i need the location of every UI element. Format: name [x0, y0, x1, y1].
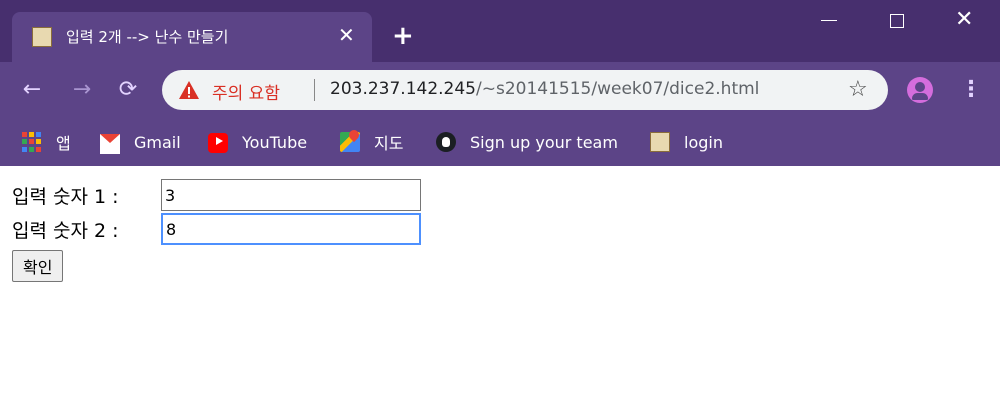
menu-kebab-icon[interactable]: ⋮	[960, 76, 982, 104]
bookmark-login[interactable]: login	[650, 128, 723, 156]
back-arrow-icon[interactable]: ←	[18, 76, 46, 104]
maximize-window-button[interactable]	[890, 14, 904, 28]
form-row-1: 입력 숫자 1 :	[12, 178, 992, 212]
tab-title: 입력 2개 --> 난수 만들기	[66, 28, 229, 46]
new-tab-button[interactable]: +	[392, 22, 414, 50]
page-icon	[650, 132, 670, 152]
profile-avatar-icon[interactable]	[907, 77, 933, 103]
security-warning-label[interactable]: 주의 요함	[212, 79, 280, 104]
browser-tab[interactable]: 입력 2개 --> 난수 만들기 ✕	[12, 12, 372, 62]
forward-arrow-icon[interactable]: →	[68, 76, 96, 104]
input2-label: 입력 숫자 2 :	[12, 219, 119, 242]
number-input-2[interactable]	[161, 213, 421, 245]
reload-icon[interactable]: ⟳	[114, 76, 142, 104]
bookmark-gmail[interactable]: Gmail	[100, 128, 181, 156]
gmail-icon	[100, 133, 120, 154]
apps-icon	[22, 132, 42, 152]
warning-icon[interactable]	[178, 79, 200, 101]
bookmark-label: Sign up your team	[470, 132, 618, 152]
bookmarks-bar: 앱 Gmail YouTube 지도 Sign up your team log…	[0, 118, 1000, 166]
youtube-icon	[208, 133, 228, 153]
bookmark-label: login	[684, 132, 723, 152]
bookmark-label: 앱	[56, 134, 71, 153]
title-bar: 입력 2개 --> 난수 만들기 ✕ + ✕	[0, 0, 1000, 62]
number-input-1[interactable]	[161, 179, 421, 211]
url-path: /~s20141515/week07/dice2.html	[476, 79, 760, 99]
form-row-2: 입력 숫자 2 :	[12, 212, 992, 246]
github-icon	[436, 132, 456, 152]
close-window-button[interactable]: ✕	[955, 6, 973, 34]
address-bar[interactable]: 주의 요함 203.237.142.245/~s20141515/week07/…	[162, 70, 888, 110]
bookmark-apps[interactable]: 앱	[22, 128, 71, 156]
maps-icon	[340, 132, 360, 152]
minimize-window-button[interactable]	[819, 8, 839, 28]
bookmark-star-icon[interactable]: ☆	[848, 76, 868, 104]
tab-close-icon[interactable]: ✕	[338, 23, 355, 47]
confirm-button[interactable]: 확인	[12, 250, 64, 282]
bookmark-youtube[interactable]: YouTube	[208, 128, 307, 156]
url-text[interactable]: 203.237.142.245/~s20141515/week07/dice2.…	[330, 79, 759, 99]
url-host: 203.237.142.245	[330, 79, 477, 99]
omnibox-divider	[314, 79, 315, 101]
input1-label: 입력 숫자 1 :	[12, 185, 119, 208]
bookmark-maps[interactable]: 지도	[340, 128, 403, 156]
bookmark-label: YouTube	[242, 132, 308, 152]
page-favicon-icon	[32, 27, 52, 47]
bookmark-label: Gmail	[134, 132, 181, 152]
bookmark-github[interactable]: Sign up your team	[436, 128, 618, 156]
bookmark-label: 지도	[374, 134, 404, 153]
page-content: 입력 숫자 1 : 입력 숫자 2 : 확인	[12, 178, 992, 282]
browser-toolbar: ← → ⟳ 주의 요함 203.237.142.245/~s20141515/w…	[0, 62, 1000, 118]
